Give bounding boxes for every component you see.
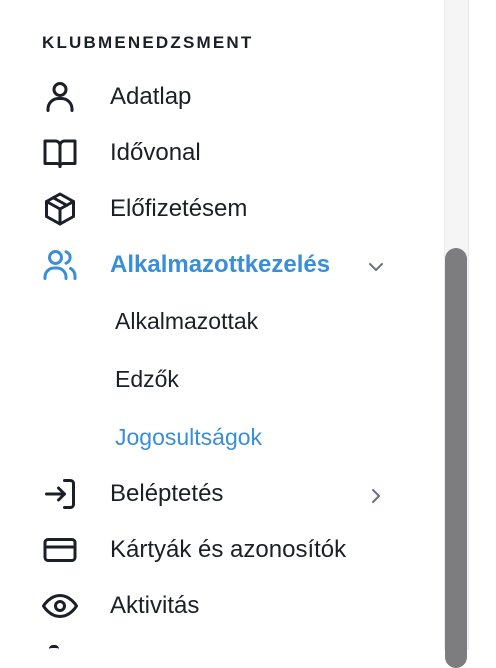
- subnav-item-alkalmazottak[interactable]: Alkalmazottak: [115, 308, 258, 335]
- sidebar: KLUBMENEDZSMENT Adatlap Idővonal Előfize…: [0, 0, 444, 650]
- eye-icon: [40, 586, 80, 626]
- nav-item-label: Előfizetésem: [110, 195, 248, 222]
- nav-item-elofizetesem[interactable]: Előfizetésem: [40, 189, 400, 229]
- book-open-icon: [40, 133, 80, 173]
- nav-item-label: Alkalmazottkezelés: [110, 251, 331, 278]
- nav-item-kartyak[interactable]: Kártyák és azonosítók: [40, 530, 400, 570]
- nav-item-alkalmazottkezeles[interactable]: Alkalmazottkezelés: [40, 245, 400, 285]
- scrollbar-thumb[interactable]: [445, 248, 467, 668]
- package-icon: [40, 189, 80, 229]
- partial-next-icon: [49, 645, 59, 650]
- chevron-right-icon[interactable]: [364, 484, 388, 508]
- nav-item-label: Kártyák és azonosítók: [110, 536, 347, 563]
- users-icon: [40, 245, 80, 285]
- user-icon: [40, 77, 80, 117]
- section-title: KLUBMENEDZSMENT: [42, 33, 254, 52]
- nav-item-aktivitas[interactable]: Aktivitás: [40, 586, 400, 626]
- nav-item-label: Idővonal: [110, 139, 201, 166]
- chevron-down-icon[interactable]: [364, 255, 388, 279]
- subnav-item-jogosultsagok[interactable]: Jogosultságok: [115, 424, 262, 451]
- log-in-icon: [40, 474, 80, 514]
- nav-item-idovonal[interactable]: Idővonal: [40, 133, 400, 173]
- nav-item-label: Beléptetés: [110, 480, 224, 507]
- nav-item-label: Adatlap: [110, 83, 192, 110]
- nav-item-adatlap[interactable]: Adatlap: [40, 77, 400, 117]
- subnav-item-edzok[interactable]: Edzők: [115, 366, 179, 393]
- nav-item-label: Aktivitás: [110, 592, 200, 619]
- nav-item-beleptetes[interactable]: Beléptetés: [40, 474, 400, 514]
- credit-card-icon: [40, 530, 80, 570]
- content-panel-edge: [468, 0, 496, 650]
